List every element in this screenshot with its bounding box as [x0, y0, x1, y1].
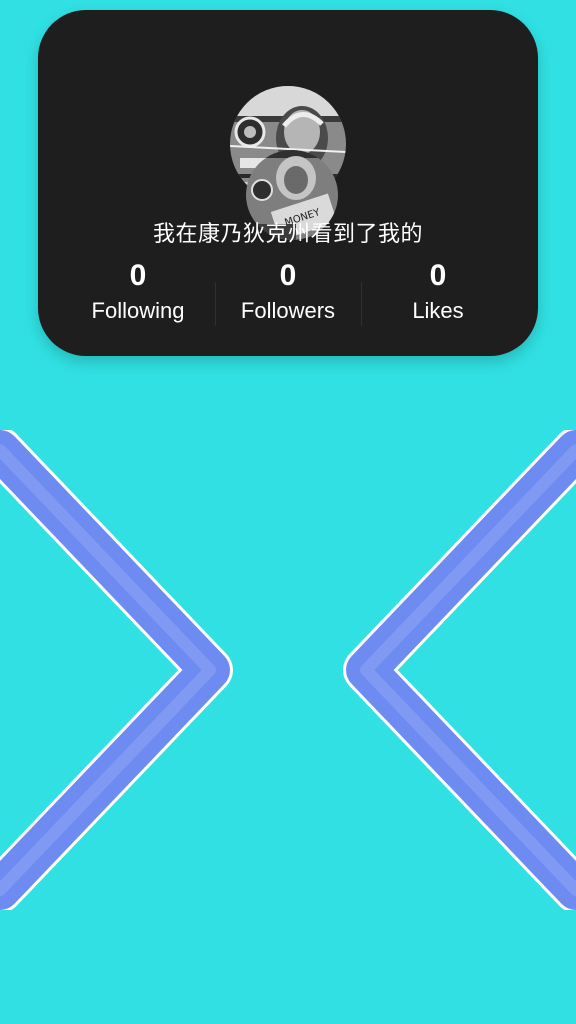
stat-likes[interactable]: 0 Likes	[358, 258, 518, 326]
stat-following[interactable]: 0 Following	[58, 258, 218, 326]
likes-count: 0	[429, 259, 447, 292]
profile-stats: 0 Following 0 Followers 0 Likes	[38, 258, 538, 338]
previous-button[interactable]	[0, 427, 240, 915]
following-label: Following	[91, 298, 185, 323]
profile-username: 我在康乃狄克州看到了我的	[152, 222, 423, 247]
following-count: 0	[129, 259, 147, 292]
stat-followers[interactable]: 0 Followers	[208, 258, 368, 326]
chevron-left-icon	[0, 427, 233, 913]
chevron-right-icon	[343, 427, 576, 913]
followers-label: Followers	[240, 298, 336, 323]
likes-label: Likes	[412, 298, 464, 323]
profile-card: MONEY 我在康乃狄克州看到了我的 0 Following 0 Followe…	[38, 10, 538, 356]
next-button[interactable]	[336, 427, 576, 915]
profile-screen: MONEY 我在康乃狄克州看到了我的 0 Following 0 Followe…	[0, 0, 576, 1024]
followers-count: 0	[279, 259, 297, 292]
